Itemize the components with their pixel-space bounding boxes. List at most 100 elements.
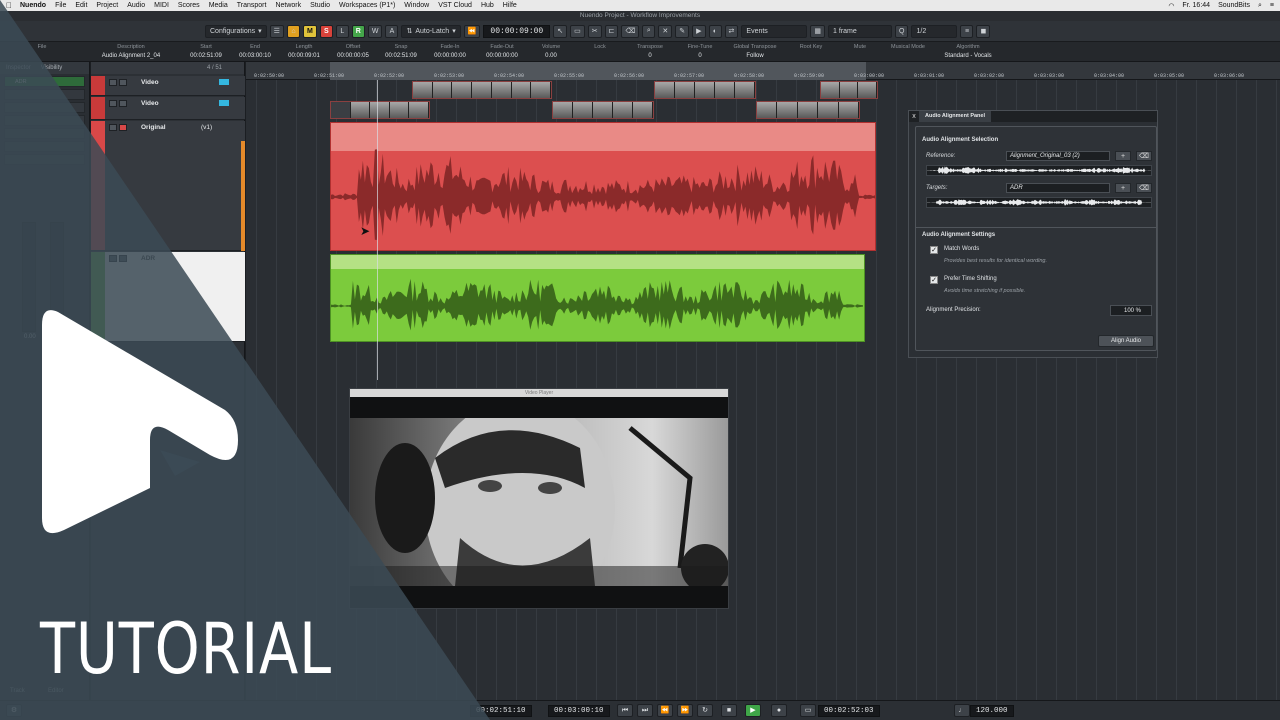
menu-media[interactable]: Media: [209, 2, 228, 9]
info-end[interactable]: End 00:03:00:10: [238, 44, 272, 59]
info-musical-mode[interactable]: Musical Mode: [888, 44, 928, 53]
info-file[interactable]: File: [30, 44, 54, 53]
range-tool-icon[interactable]: ▭: [570, 24, 585, 38]
menu-scores[interactable]: Scores: [178, 2, 200, 9]
track-tab[interactable]: Track: [10, 688, 25, 694]
info-volume[interactable]: Volume 0.00: [536, 44, 566, 59]
info-transpose[interactable]: Transpose 0: [634, 44, 666, 59]
close-icon[interactable]: x: [909, 111, 919, 122]
quantize-dropdown[interactable]: 1/2: [911, 24, 958, 38]
menu-file[interactable]: File: [55, 2, 66, 9]
inspector-section[interactable]: [4, 128, 85, 139]
info-fade-in[interactable]: Fade-In 00:00:00:00: [432, 44, 468, 59]
track-controls[interactable]: [109, 255, 127, 262]
read-button[interactable]: R: [351, 24, 365, 38]
fader-value[interactable]: 0.00: [24, 334, 36, 340]
inspector-section[interactable]: [4, 141, 85, 152]
menu-app-name[interactable]: Nuendo: [20, 2, 46, 9]
trash-icon[interactable]: ⌫: [1136, 151, 1152, 161]
track-original[interactable]: Original (v1): [91, 121, 245, 251]
inspector-section[interactable]: [4, 89, 85, 100]
info-snap[interactable]: Snap 00:02:51:09: [384, 44, 418, 59]
info-description[interactable]: Description Audio Alignment 2_04: [84, 44, 178, 59]
inspector-section[interactable]: [4, 115, 85, 126]
color-picker-icon[interactable]: ◼: [976, 24, 991, 38]
video-event[interactable]: [552, 101, 654, 119]
forward-icon[interactable]: ⏩: [677, 704, 693, 717]
time-format-icon[interactable]: ▭: [800, 704, 816, 717]
erase-tool-icon[interactable]: ⌫: [621, 24, 640, 38]
info-offset[interactable]: Offset 00:00:00:05: [336, 44, 370, 59]
info-root-key[interactable]: Root Key: [796, 44, 826, 53]
rewind-icon[interactable]: ⏪: [657, 704, 673, 717]
menu-workspaces[interactable]: Workspaces (P1*): [339, 2, 395, 9]
play-icon[interactable]: ▶: [745, 704, 761, 717]
nudge-dropdown[interactable]: 1 frame: [828, 24, 893, 38]
cycle-icon[interactable]: ↻: [697, 704, 713, 717]
grid-icon[interactable]: ▦: [810, 24, 826, 38]
align-audio-button[interactable]: Align Audio: [1098, 335, 1154, 347]
audio-event-original[interactable]: [330, 122, 876, 251]
track-controls[interactable]: [109, 124, 127, 131]
quantize-icon[interactable]: Q: [895, 24, 909, 38]
timeline-ruler[interactable]: 0:02:50:00 0:02:51:00 0:02:52:00 0:02:53…: [246, 62, 1280, 80]
info-mute[interactable]: Mute: [850, 44, 870, 53]
pointer-tool-icon[interactable]: ↖: [553, 24, 568, 38]
video-event[interactable]: [756, 101, 860, 119]
menu-midi[interactable]: MIDI: [154, 2, 169, 9]
info-fine-tune[interactable]: Fine-Tune 0: [684, 44, 716, 59]
list-icon[interactable]: ≡: [1270, 2, 1274, 9]
settings-icon[interactable]: ⚙: [6, 704, 22, 717]
rewind-icon[interactable]: ⏪: [463, 24, 481, 38]
track-name[interactable]: Video: [141, 79, 159, 86]
info-fade-out[interactable]: Fade-Out 00:00:00:00: [484, 44, 520, 59]
stop-icon[interactable]: ■: [721, 704, 737, 717]
left-locator[interactable]: 00:02:51:10: [470, 705, 532, 717]
info-global-transpose[interactable]: Global Transpose Follow: [730, 44, 780, 59]
wifi-icon[interactable]: ◠: [1168, 2, 1174, 10]
track-controls[interactable]: [109, 79, 127, 86]
add-target-button[interactable]: +: [1115, 183, 1131, 193]
track-name[interactable]: Video: [141, 100, 159, 107]
color-tool-icon[interactable]: ◐: [708, 24, 722, 38]
glue-tool-icon[interactable]: ⊏: [604, 24, 619, 38]
match-words-checkbox[interactable]: ✓: [930, 246, 938, 254]
video-event[interactable]: [820, 81, 878, 99]
right-locator[interactable]: 00:03:00:10: [548, 705, 610, 717]
menu-help[interactable]: Hilfe: [503, 2, 517, 9]
zoom-tool-icon[interactable]: ⌕: [642, 24, 656, 38]
quantize-apply-icon[interactable]: ≡: [960, 24, 974, 38]
menu-audio[interactable]: Audio: [127, 2, 145, 9]
precision-spinner[interactable]: 100 %: [1110, 305, 1152, 316]
mute-button[interactable]: M: [302, 24, 317, 38]
info-length[interactable]: Length 00:00:09:01: [286, 44, 322, 59]
prefer-time-shifting-checkbox[interactable]: ✓: [930, 276, 938, 284]
listen-button[interactable]: L: [335, 24, 349, 38]
track-name[interactable]: ADR: [141, 255, 155, 262]
metronome-icon[interactable]: ♩: [954, 704, 970, 717]
snap-type-icon[interactable]: ⇄: [724, 24, 739, 38]
prefer-time-shifting-label[interactable]: Prefer Time Shifting: [944, 276, 997, 282]
track-adr[interactable]: ADR: [91, 252, 245, 342]
configurations-dropdown[interactable]: Configurations ▾: [205, 24, 267, 38]
tempo-display[interactable]: 120.000: [970, 705, 1014, 717]
clock[interactable]: Fr. 16:44: [1182, 2, 1210, 9]
project-position[interactable]: 00:02:52:03: [818, 705, 880, 717]
reference-field[interactable]: Alignment_Original_03 (2): [1006, 151, 1110, 161]
panel-tab[interactable]: Audio Alignment Panel: [919, 111, 991, 122]
menu-network[interactable]: Network: [275, 2, 301, 9]
menu-window[interactable]: Window: [404, 2, 429, 9]
play-tool-icon[interactable]: ▶: [692, 24, 706, 38]
inspector-track-name[interactable]: ADR: [4, 76, 85, 87]
search-icon[interactable]: ⌕: [1258, 2, 1262, 10]
menu-transport[interactable]: Transport: [237, 2, 267, 9]
add-reference-button[interactable]: +: [1115, 151, 1131, 161]
track-video-1[interactable]: Video: [91, 76, 245, 96]
info-lock[interactable]: Lock: [590, 44, 610, 53]
menu-edit[interactable]: Edit: [75, 2, 87, 9]
trash-icon[interactable]: ⌫: [1136, 183, 1152, 193]
split-tool-icon[interactable]: ✂: [587, 24, 602, 38]
inspector-section[interactable]: [4, 154, 85, 165]
inspector-section[interactable]: [4, 102, 85, 113]
menu-hub[interactable]: Hub: [481, 2, 494, 9]
